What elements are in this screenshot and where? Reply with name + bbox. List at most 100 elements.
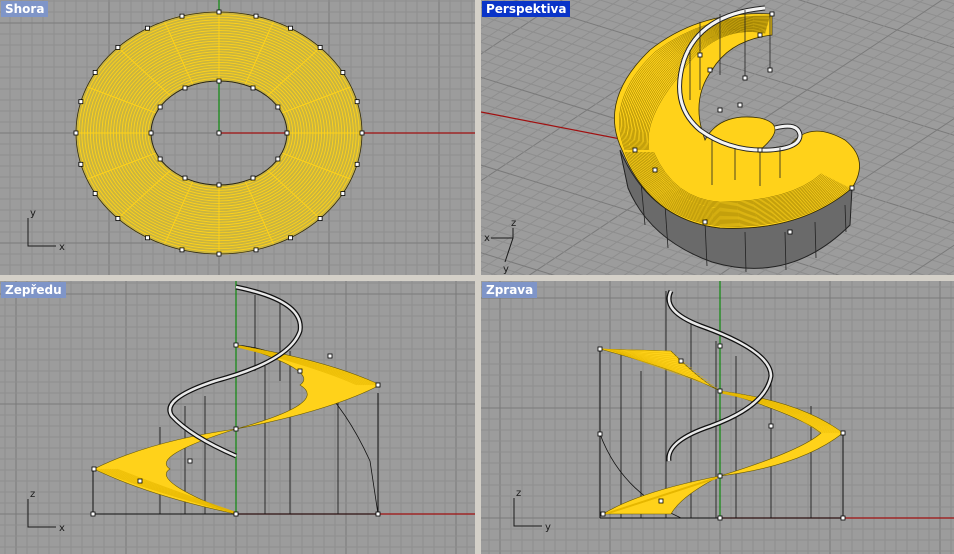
control-point: [253, 247, 259, 253]
control-point: [375, 382, 381, 388]
control-point: [707, 67, 713, 73]
control-point: [597, 431, 603, 437]
control-point: [137, 478, 143, 484]
control-point: [340, 191, 346, 196]
control-point: [145, 235, 150, 241]
axis-gizmo-lines: [513, 498, 542, 527]
control-point: [92, 70, 98, 75]
axis-label-y: y: [503, 264, 509, 275]
control-point: [233, 426, 239, 432]
outline: [599, 349, 844, 519]
control-point: [233, 511, 239, 517]
control-point: [90, 511, 96, 517]
control-point: [317, 216, 323, 221]
control-point: [678, 358, 684, 364]
axis-gizmo: xy: [27, 208, 65, 253]
control-point: [148, 130, 154, 136]
control-point: [769, 11, 775, 17]
axis-label-h: x: [59, 523, 65, 534]
control-point: [157, 156, 163, 162]
control-point: [253, 13, 259, 19]
control-point: [179, 13, 185, 19]
viewport-title-front[interactable]: Zepředu: [1, 282, 66, 298]
control-point: [275, 104, 281, 110]
control-point: [73, 130, 79, 136]
control-point: [233, 342, 239, 348]
viewport-title-top[interactable]: Shora: [1, 1, 49, 17]
control-point: [849, 185, 855, 191]
viewport-front-canvas[interactable]: xz: [0, 281, 475, 554]
axis-label-v: z: [30, 489, 35, 500]
axis-gizmo-line: [504, 237, 514, 263]
control-point: [284, 130, 290, 136]
control-point: [717, 107, 723, 113]
control-point: [717, 473, 723, 479]
viewport-top-canvas[interactable]: xy: [0, 0, 475, 275]
control-point: [179, 247, 185, 253]
control-point: [632, 147, 638, 153]
viewport-right-canvas[interactable]: yz: [481, 281, 954, 554]
axis-label-h: y: [545, 522, 551, 533]
control-point: [216, 9, 222, 15]
control-point: [327, 353, 333, 359]
grid-line: [481, 0, 623, 218]
control-point: [717, 388, 723, 394]
control-point: [768, 423, 774, 429]
control-point: [250, 85, 256, 91]
control-point: [597, 346, 603, 352]
control-point: [840, 430, 846, 436]
ramp-band-top: [599, 348, 721, 392]
viewport-perspective-canvas[interactable]: z x y: [481, 0, 954, 275]
control-point: [297, 368, 303, 374]
control-point: [92, 191, 98, 196]
control-point: [78, 99, 84, 105]
axis-label-v: z: [516, 488, 521, 499]
control-point: [652, 167, 658, 173]
control-point: [288, 25, 293, 31]
control-point: [216, 182, 222, 188]
control-point: [354, 99, 360, 105]
control-point: [787, 229, 793, 235]
control-point: [340, 70, 346, 75]
axis-label-v: y: [30, 208, 36, 219]
control-point: [78, 161, 84, 167]
viewport-perspective[interactable]: Perspektiva z x y: [481, 0, 954, 275]
axis-label-z: z: [511, 218, 516, 229]
control-point: [187, 458, 193, 464]
control-point: [317, 45, 323, 50]
control-point: [742, 75, 748, 81]
axis-gizmo: xz: [27, 489, 65, 534]
control-point: [275, 156, 281, 162]
control-point: [375, 511, 381, 517]
control-point: [767, 67, 773, 73]
control-point: [182, 85, 188, 91]
viewport-top[interactable]: Shora xy: [0, 0, 475, 275]
control-point: [840, 515, 846, 521]
control-point: [115, 45, 121, 50]
control-point: [250, 175, 256, 181]
control-point: [91, 466, 97, 472]
viewport-title-perspective[interactable]: Perspektiva: [482, 1, 571, 17]
axis-label-x: x: [484, 233, 490, 244]
grid: [481, 281, 954, 554]
control-point: [717, 343, 723, 349]
control-point: [359, 130, 365, 136]
control-point: [288, 235, 293, 241]
viewport-title-right[interactable]: Zprava: [482, 282, 538, 298]
viewport-right[interactable]: Zprava yz: [481, 281, 954, 554]
control-point: [658, 498, 664, 504]
control-point: [157, 104, 163, 110]
control-point: [600, 511, 606, 517]
control-point: [216, 130, 222, 136]
control-point: [697, 52, 703, 58]
viewport-front[interactable]: Zepředu xz: [0, 281, 475, 554]
control-point: [717, 515, 723, 521]
control-point: [737, 102, 743, 108]
axis-label-h: x: [59, 242, 65, 253]
control-point: [145, 25, 150, 31]
control-point: [216, 251, 222, 257]
control-point: [354, 161, 360, 167]
control-point: [182, 175, 188, 181]
control-point: [115, 216, 121, 221]
control-point: [216, 78, 222, 84]
